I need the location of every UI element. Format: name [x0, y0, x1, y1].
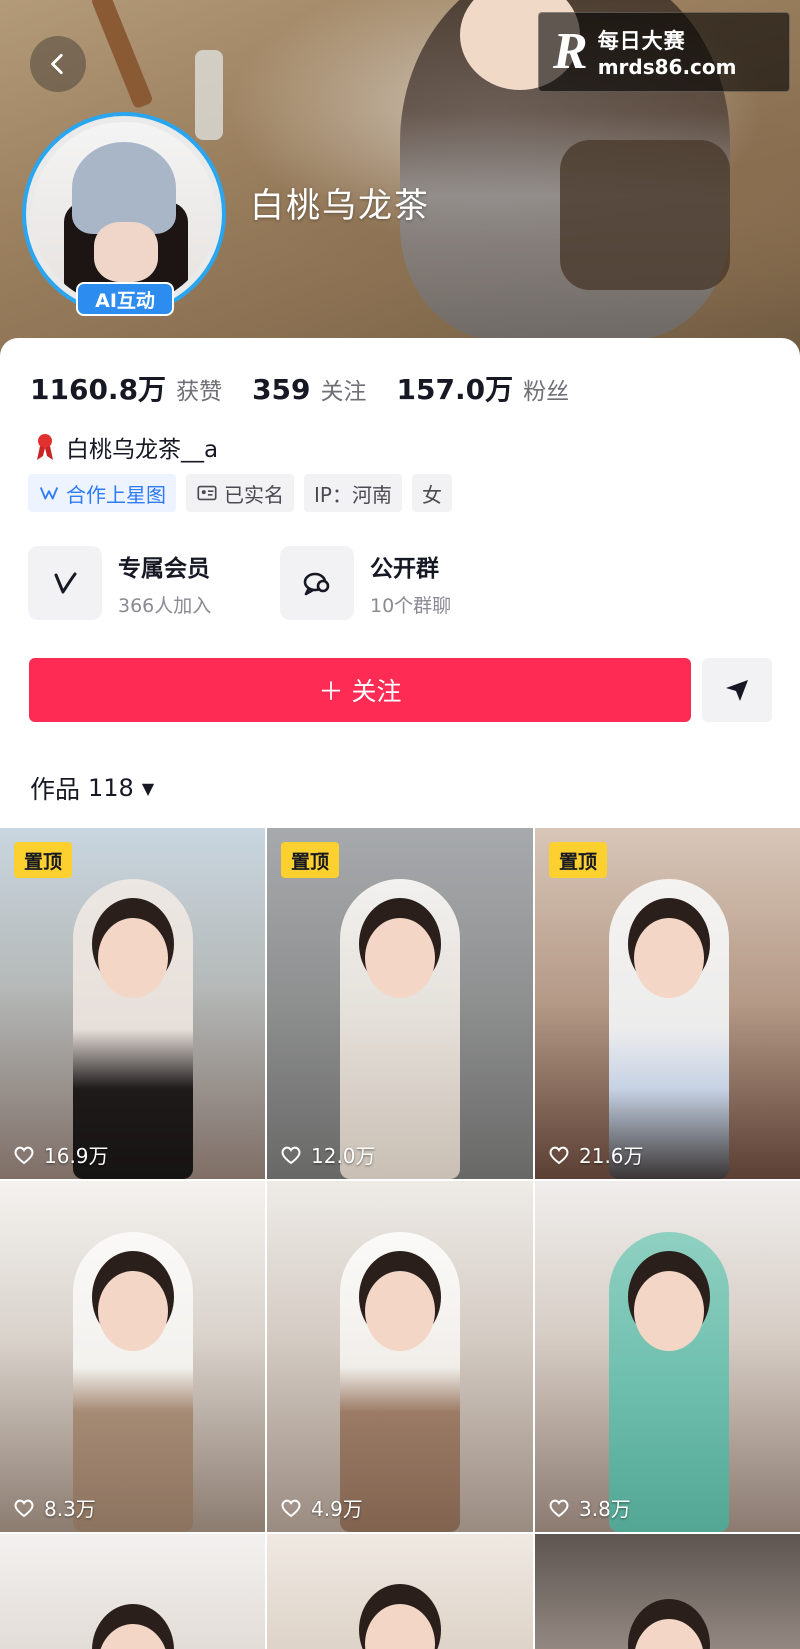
video-tile[interactable]: 置顶 21.6万: [535, 828, 800, 1179]
video-tile[interactable]: 4.9万: [267, 1181, 533, 1532]
like-count: 12.0万: [279, 1140, 376, 1169]
profile-stats: 1160.8万 获赞 359 关注 157.0万 粉丝: [30, 368, 569, 408]
caret-down-icon: ▼: [141, 778, 155, 798]
tag-star-map[interactable]: 合作上星图: [28, 474, 176, 512]
video-tile[interactable]: [267, 1534, 533, 1649]
share-button[interactable]: [702, 658, 772, 722]
handle-text: 白桃乌龙茶__a: [66, 437, 219, 463]
watermark-name: 每日大赛: [597, 29, 686, 53]
feature-membership[interactable]: 专属会员 366人加入: [28, 546, 211, 620]
video-tile[interactable]: [0, 1534, 265, 1649]
like-count: 8.3万: [12, 1493, 96, 1522]
profile-handle: 白桃乌龙茶__a: [34, 430, 218, 464]
video-tile[interactable]: 置顶 16.9万: [0, 828, 265, 1179]
banner-photo-element: [560, 140, 730, 290]
stat-likes[interactable]: 1160.8万 获赞: [30, 368, 222, 408]
video-tile[interactable]: 3.8万: [535, 1181, 800, 1532]
watermark-url: mrds86.com: [597, 55, 737, 79]
heart-icon: [14, 1499, 34, 1517]
like-count: 16.9万: [12, 1140, 109, 1169]
back-button[interactable]: [30, 36, 86, 92]
video-tile[interactable]: [535, 1534, 800, 1649]
profile-tags: 合作上星图 已实名 IP：河南 女: [28, 474, 452, 512]
send-icon: [726, 680, 748, 701]
watermark-logo: R: [553, 23, 588, 80]
stat-following[interactable]: 359 关注: [252, 372, 366, 406]
tag-ip-location: IP：河南: [304, 474, 402, 512]
heart-icon: [549, 1146, 569, 1164]
stat-followers[interactable]: 157.0万 粉丝: [397, 368, 570, 408]
avatar[interactable]: AI互动: [22, 112, 226, 316]
feature-public-group[interactable]: 公开群 10个群聊: [280, 546, 451, 620]
watermark: R 每日大赛 mrds86.com: [538, 12, 790, 92]
like-count: 3.8万: [547, 1493, 631, 1522]
like-count: 4.9万: [279, 1493, 363, 1522]
chevron-left-icon: [51, 53, 63, 75]
pinned-badge: 置顶: [14, 842, 73, 878]
heart-icon: [281, 1499, 301, 1517]
star-map-icon: [39, 487, 59, 500]
pinned-badge: 置顶: [281, 842, 340, 878]
tag-gender: 女: [411, 474, 452, 512]
banner-photo-element: [90, 0, 154, 110]
chat-bubble-icon: [303, 572, 330, 596]
tag-verified[interactable]: 已实名: [186, 474, 294, 512]
video-tile[interactable]: 置顶 12.0万: [267, 828, 533, 1179]
ai-interaction-badge[interactable]: AI互动: [76, 282, 174, 316]
works-tab[interactable]: 作品 118 ▼: [30, 770, 154, 806]
heart-icon: [549, 1499, 569, 1517]
heart-icon: [281, 1146, 301, 1164]
id-card-icon: [197, 485, 217, 501]
video-grid: 置顶 16.9万 置顶 12.0万 置顶 21.6万 8.3万 4.9万 3.8…: [0, 828, 800, 1649]
pinned-badge: 置顶: [549, 842, 608, 878]
like-count: 21.6万: [547, 1140, 644, 1169]
video-tile[interactable]: 8.3万: [0, 1181, 265, 1532]
vip-v-icon: [54, 572, 77, 594]
ribbon-icon: [37, 434, 53, 460]
heart-icon: [14, 1146, 34, 1164]
profile-nickname: 白桃乌龙茶: [250, 186, 430, 226]
follow-button[interactable]: ＋ 关注: [29, 658, 691, 722]
profile-card: 1160.8万 获赞 359 关注 157.0万 粉丝 白桃乌龙茶__a 合作上…: [0, 338, 800, 828]
